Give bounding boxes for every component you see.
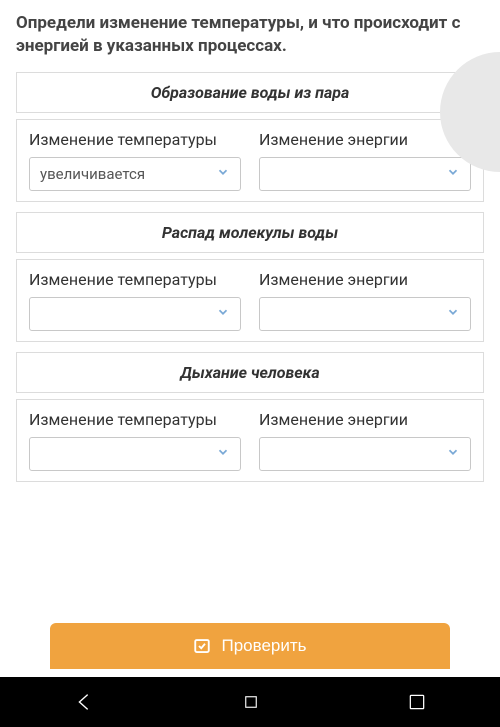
- section-row-3: Изменение температуры Изменение энергии: [16, 399, 484, 482]
- temp-label-2: Изменение температуры: [29, 270, 241, 289]
- energy-cell-3: Изменение энергии: [253, 406, 477, 475]
- energy-select-1[interactable]: [259, 157, 471, 191]
- energy-select-2[interactable]: [259, 297, 471, 331]
- energy-select-3[interactable]: [259, 437, 471, 471]
- temp-select-value-1: увеличивается: [40, 165, 145, 183]
- temp-select-3[interactable]: [29, 437, 241, 471]
- temp-select-1[interactable]: увеличивается: [29, 157, 241, 191]
- android-navbar: [0, 677, 500, 727]
- check-button[interactable]: Проверить: [50, 623, 450, 669]
- energy-cell-1: Изменение энергии: [253, 126, 477, 195]
- temp-cell-2: Изменение температуры: [23, 266, 247, 335]
- recent-apps-icon[interactable]: [407, 692, 427, 712]
- energy-label-2: Изменение энергии: [259, 270, 471, 289]
- back-icon[interactable]: [73, 691, 95, 713]
- energy-cell-2: Изменение энергии: [253, 266, 477, 335]
- temp-label-3: Изменение температуры: [29, 410, 241, 429]
- check-icon: [193, 637, 211, 655]
- temp-select-2[interactable]: [29, 297, 241, 331]
- energy-label-3: Изменение энергии: [259, 410, 471, 429]
- chevron-down-icon: [216, 165, 230, 183]
- section-row-2: Изменение температуры Изменение энергии: [16, 259, 484, 342]
- chevron-down-icon: [216, 305, 230, 323]
- question-text: Определи изменение температуры, и что пр…: [16, 12, 484, 58]
- section-header-1: Образование воды из пара: [16, 72, 484, 113]
- section-row-1: Изменение температуры увеличивается Изме…: [16, 119, 484, 202]
- energy-label-1: Изменение энергии: [259, 130, 471, 149]
- chevron-down-icon: [216, 445, 230, 463]
- chevron-down-icon: [446, 445, 460, 463]
- chevron-down-icon: [446, 305, 460, 323]
- temp-label-1: Изменение температуры: [29, 130, 241, 149]
- chevron-down-icon: [446, 165, 460, 183]
- main-content: Определи изменение температуры, и что пр…: [0, 0, 500, 482]
- temp-cell-1: Изменение температуры увеличивается: [23, 126, 247, 195]
- section-header-2: Распад молекулы воды: [16, 212, 484, 253]
- temp-cell-3: Изменение температуры: [23, 406, 247, 475]
- section-header-3: Дыхание человека: [16, 352, 484, 393]
- home-icon[interactable]: [242, 693, 260, 711]
- check-button-label: Проверить: [221, 636, 306, 656]
